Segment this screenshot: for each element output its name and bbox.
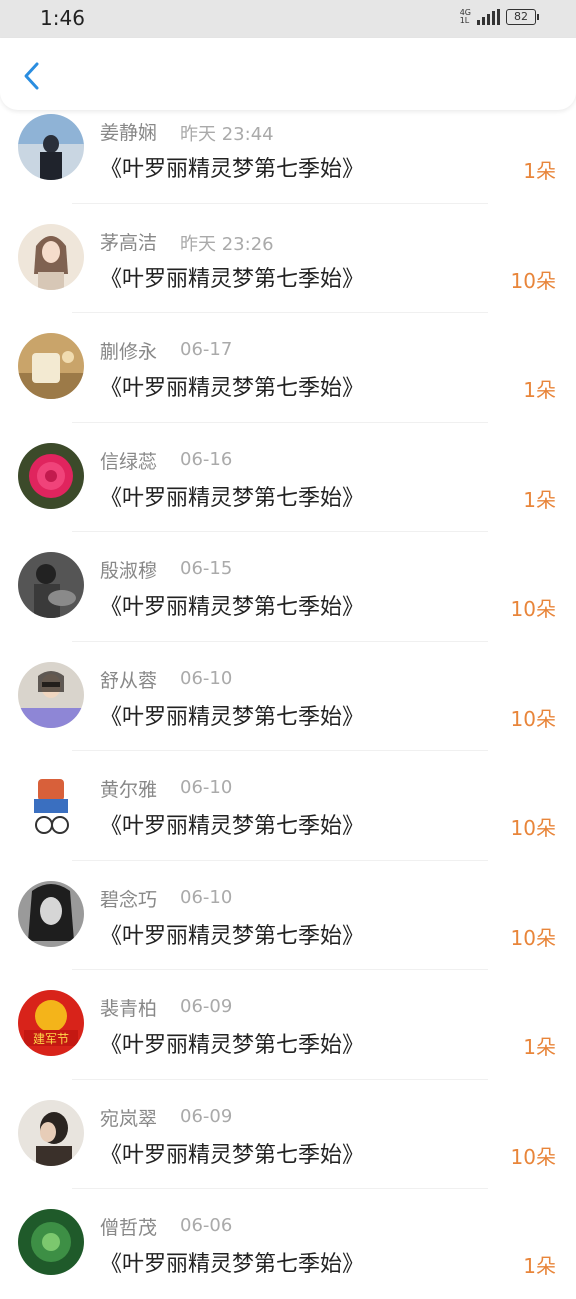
status-time: 1:46	[40, 6, 85, 30]
sender-name: 黄尔雅	[100, 779, 158, 801]
flower-count: 10朵	[510, 706, 556, 731]
avatar[interactable]	[18, 1209, 84, 1275]
list-item[interactable]: 宛岚翠 06-09 《叶罗丽精灵梦第七季始》 10朵	[0, 1080, 576, 1189]
book-title: 《叶罗丽精灵梦第七季始》	[100, 704, 365, 730]
flower-count: 1朵	[523, 1254, 556, 1278]
book-title: 《叶罗丽精灵梦第七季始》	[100, 266, 365, 292]
gift-record-list: 姜静娴 昨天 23:44 《叶罗丽精灵梦第七季始》 1朵 茅高洁 昨天 23:2…	[0, 94, 576, 1299]
list-item[interactable]: 僧哲茂 06-06 《叶罗丽精灵梦第七季始》 1朵	[0, 1189, 576, 1299]
sender-name: 姜静娴	[100, 122, 158, 144]
send-time: 06-15	[180, 558, 233, 579]
send-time: 昨天 23:44	[180, 124, 274, 145]
status-bar: 1:46 4G 1L 82	[0, 0, 576, 38]
sender-name: 蒯修永	[100, 341, 158, 363]
send-time: 06-10	[180, 777, 233, 798]
list-item[interactable]: 舒从蓉 06-10 《叶罗丽精灵梦第七季始》 10朵	[0, 642, 576, 751]
flower-count: 1朵	[523, 159, 556, 183]
flower-count: 1朵	[523, 378, 556, 402]
sender-name: 裴青柏	[100, 998, 158, 1020]
sender-name: 信绿蕊	[100, 450, 158, 473]
avatar[interactable]	[18, 552, 84, 618]
battery-icon: 82	[506, 9, 539, 25]
avatar[interactable]	[18, 1099, 84, 1166]
flower-count: 1朵	[523, 1035, 556, 1059]
chevron-left-icon	[24, 62, 39, 90]
avatar[interactable]: 建军节	[18, 990, 84, 1056]
send-time: 06-10	[180, 886, 233, 908]
flower-count: 10朵	[510, 816, 556, 840]
flower-count: 1朵	[523, 487, 556, 512]
book-title: 《叶罗丽精灵梦第七季始》	[100, 485, 365, 511]
avatar[interactable]	[18, 333, 84, 399]
flower-count: 10朵	[510, 925, 556, 950]
book-title: 《叶罗丽精灵梦第七季始》	[100, 1142, 365, 1168]
book-title: 《叶罗丽精灵梦第七季始》	[100, 157, 365, 182]
list-item[interactable]: 碧念巧 06-10 《叶罗丽精灵梦第七季始》 10朵	[0, 861, 576, 970]
signal-icon	[477, 9, 500, 25]
sender-name: 殷淑穆	[100, 560, 158, 582]
list-item[interactable]: 建军节 裴青柏 06-09 《叶罗丽精灵梦第七季始》 1朵	[0, 970, 576, 1080]
send-time: 06-16	[180, 448, 233, 470]
list-item[interactable]: 姜静娴 昨天 23:44 《叶罗丽精灵梦第七季始》 1朵	[0, 94, 576, 204]
list-item[interactable]: 蒯修永 06-17 《叶罗丽精灵梦第七季始》 1朵	[0, 313, 576, 423]
book-title: 《叶罗丽精灵梦第七季始》	[100, 1252, 365, 1277]
list-item[interactable]: 黄尔雅 06-10 《叶罗丽精灵梦第七季始》 10朵	[0, 751, 576, 861]
network-type-label: 4G 1L	[459, 8, 471, 25]
avatar[interactable]	[18, 223, 84, 290]
list-item[interactable]: 茅高洁 昨天 23:26 《叶罗丽精灵梦第七季始》 10朵	[0, 204, 576, 313]
book-title: 《叶罗丽精灵梦第七季始》	[100, 923, 365, 949]
send-time: 06-17	[180, 339, 233, 360]
book-title: 《叶罗丽精灵梦第七季始》	[100, 595, 365, 620]
book-title: 《叶罗丽精灵梦第七季始》	[100, 376, 365, 401]
svg-text:建军节: 建军节	[33, 1032, 69, 1046]
send-time: 昨天 23:26	[180, 233, 274, 255]
avatar[interactable]	[18, 880, 84, 947]
avatar[interactable]	[18, 661, 84, 728]
avatar[interactable]	[18, 771, 84, 837]
send-time: 06-09	[180, 996, 233, 1017]
back-button[interactable]	[18, 60, 46, 92]
sender-name: 茅高洁	[100, 231, 158, 254]
flower-count: 10朵	[510, 1144, 556, 1169]
avatar[interactable]	[18, 442, 84, 509]
avatar[interactable]	[18, 114, 84, 180]
list-item[interactable]: 殷淑穆 06-15 《叶罗丽精灵梦第七季始》 10朵	[0, 532, 576, 642]
book-title: 《叶罗丽精灵梦第七季始》	[100, 1033, 365, 1058]
top-nav-bar	[0, 38, 576, 110]
book-title: 《叶罗丽精灵梦第七季始》	[100, 814, 365, 839]
send-time: 06-10	[180, 667, 233, 689]
status-icons: 4G 1L 82	[459, 8, 539, 25]
list-item[interactable]: 信绿蕊 06-16 《叶罗丽精灵梦第七季始》 1朵	[0, 423, 576, 532]
sender-name: 僧哲茂	[100, 1217, 158, 1239]
sender-name: 舒从蓉	[100, 669, 158, 692]
flower-count: 10朵	[510, 268, 556, 293]
send-time: 06-09	[180, 1105, 233, 1127]
send-time: 06-06	[180, 1215, 233, 1236]
flower-count: 10朵	[510, 597, 556, 621]
sender-name: 宛岚翠	[100, 1107, 158, 1130]
sender-name: 碧念巧	[100, 888, 158, 911]
